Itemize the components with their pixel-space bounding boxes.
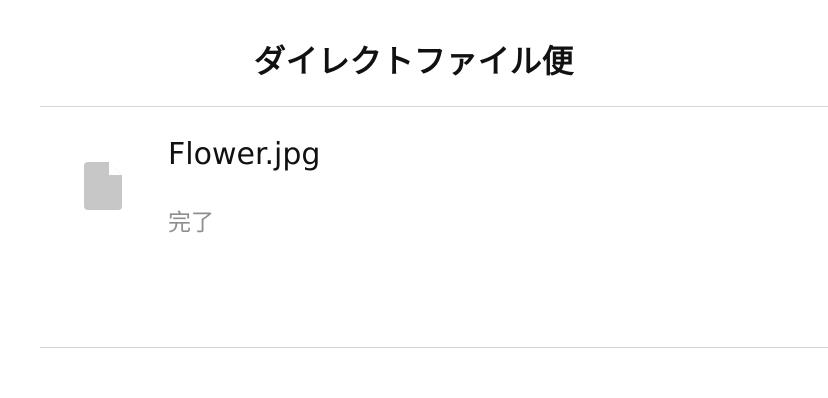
file-list-item[interactable]: Flower.jpg 完了	[40, 107, 828, 347]
direct-file-transfer-screen: ダイレクトファイル便 Flower.jpg 完了	[0, 0, 828, 398]
row-divider	[40, 347, 828, 348]
page-title: ダイレクトファイル便	[253, 42, 574, 80]
document-icon	[84, 162, 122, 210]
file-status: 完了	[168, 210, 214, 236]
file-name: Flower.jpg	[168, 137, 321, 172]
